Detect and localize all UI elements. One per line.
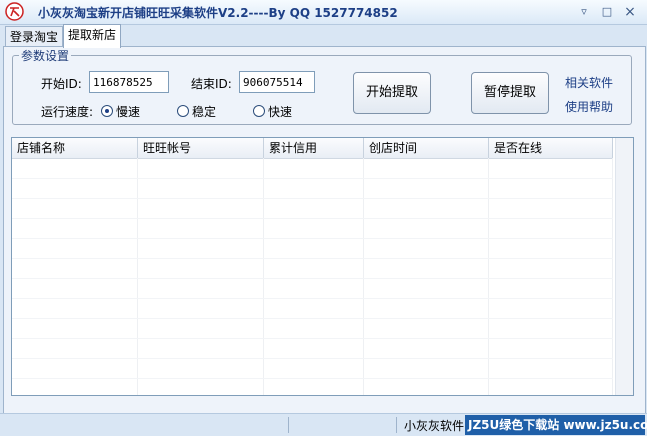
start-id-label: 开始ID: <box>41 77 82 91</box>
row-divider <box>12 358 613 359</box>
tab-login-taobao[interactable]: 登录淘宝 <box>5 26 64 47</box>
help-link[interactable]: 使用帮助 <box>565 98 613 115</box>
start-fetch-button[interactable]: 开始提取 <box>353 72 431 114</box>
speed-fast-label: 快速 <box>268 105 293 119</box>
close-icon[interactable]: × <box>621 4 639 20</box>
row-divider <box>12 258 613 259</box>
column-created-time[interactable]: 创店时间 <box>364 138 489 158</box>
related-software-link[interactable]: 相关软件 <box>565 74 613 91</box>
status-divider <box>288 417 289 433</box>
app-logo-icon <box>5 2 24 21</box>
row-divider <box>12 218 613 219</box>
row-divider <box>12 298 613 299</box>
speed-slow-label: 慢速 <box>116 105 141 119</box>
vertical-scrollbar[interactable] <box>615 138 633 395</box>
shop-list[interactable]: 店铺名称 旺旺帐号 累计信用 创店时间 是否在线 <box>11 137 634 396</box>
end-id-input[interactable]: 906075514 <box>239 71 315 93</box>
title-bar: 小灰灰淘宝新开店铺旺旺采集软件V2.2----By QQ 1527774852 … <box>0 0 647 25</box>
row-divider <box>12 278 613 279</box>
row-divider <box>12 318 613 319</box>
speed-fast-radio[interactable] <box>253 105 265 117</box>
params-group: 参数设置 开始ID: 116878525 结束ID: 906075514 运行速… <box>12 47 632 125</box>
speed-label: 运行速度: <box>41 105 94 119</box>
start-id-input[interactable]: 116878525 <box>89 71 169 93</box>
column-divider <box>612 158 613 395</box>
column-online[interactable]: 是否在线 <box>489 138 613 158</box>
row-divider <box>12 198 613 199</box>
maximize-icon[interactable]: □ <box>598 4 616 20</box>
status-text: 小灰灰软件 <box>404 419 465 433</box>
speed-stable-radio[interactable] <box>177 105 189 117</box>
row-divider <box>12 378 613 379</box>
tab-content: 参数设置 开始ID: 116878525 结束ID: 906075514 运行速… <box>3 46 646 414</box>
pause-fetch-button[interactable]: 暂停提取 <box>471 72 549 114</box>
column-shop-name[interactable]: 店铺名称 <box>12 138 138 158</box>
params-group-label: 参数设置 <box>19 47 72 64</box>
column-divider <box>488 158 489 395</box>
row-divider <box>12 238 613 239</box>
tab-fetch-new-shops[interactable]: 提取新店 <box>63 24 122 48</box>
speed-slow-radio[interactable] <box>101 105 113 117</box>
end-id-label: 结束ID: <box>191 77 232 91</box>
watermark-banner: JZ5U绿色下载站 www.jz5u.com <box>465 415 647 435</box>
minimize-icon[interactable]: ▿ <box>575 4 593 20</box>
window-title: 小灰灰淘宝新开店铺旺旺采集软件V2.2----By QQ 1527774852 <box>38 6 398 20</box>
row-divider <box>12 338 613 339</box>
column-wangwang-account[interactable]: 旺旺帐号 <box>138 138 264 158</box>
column-divider <box>363 158 364 395</box>
status-divider <box>396 417 397 433</box>
list-header: 店铺名称 旺旺帐号 累计信用 创店时间 是否在线 <box>12 138 613 159</box>
column-credit[interactable]: 累计信用 <box>264 138 364 158</box>
row-divider <box>12 178 613 179</box>
speed-stable-label: 稳定 <box>192 105 217 119</box>
status-bar: 小灰灰软件 JZ5U绿色下载站 www.jz5u.com <box>0 413 647 436</box>
column-divider <box>137 158 138 395</box>
column-divider <box>263 158 264 395</box>
